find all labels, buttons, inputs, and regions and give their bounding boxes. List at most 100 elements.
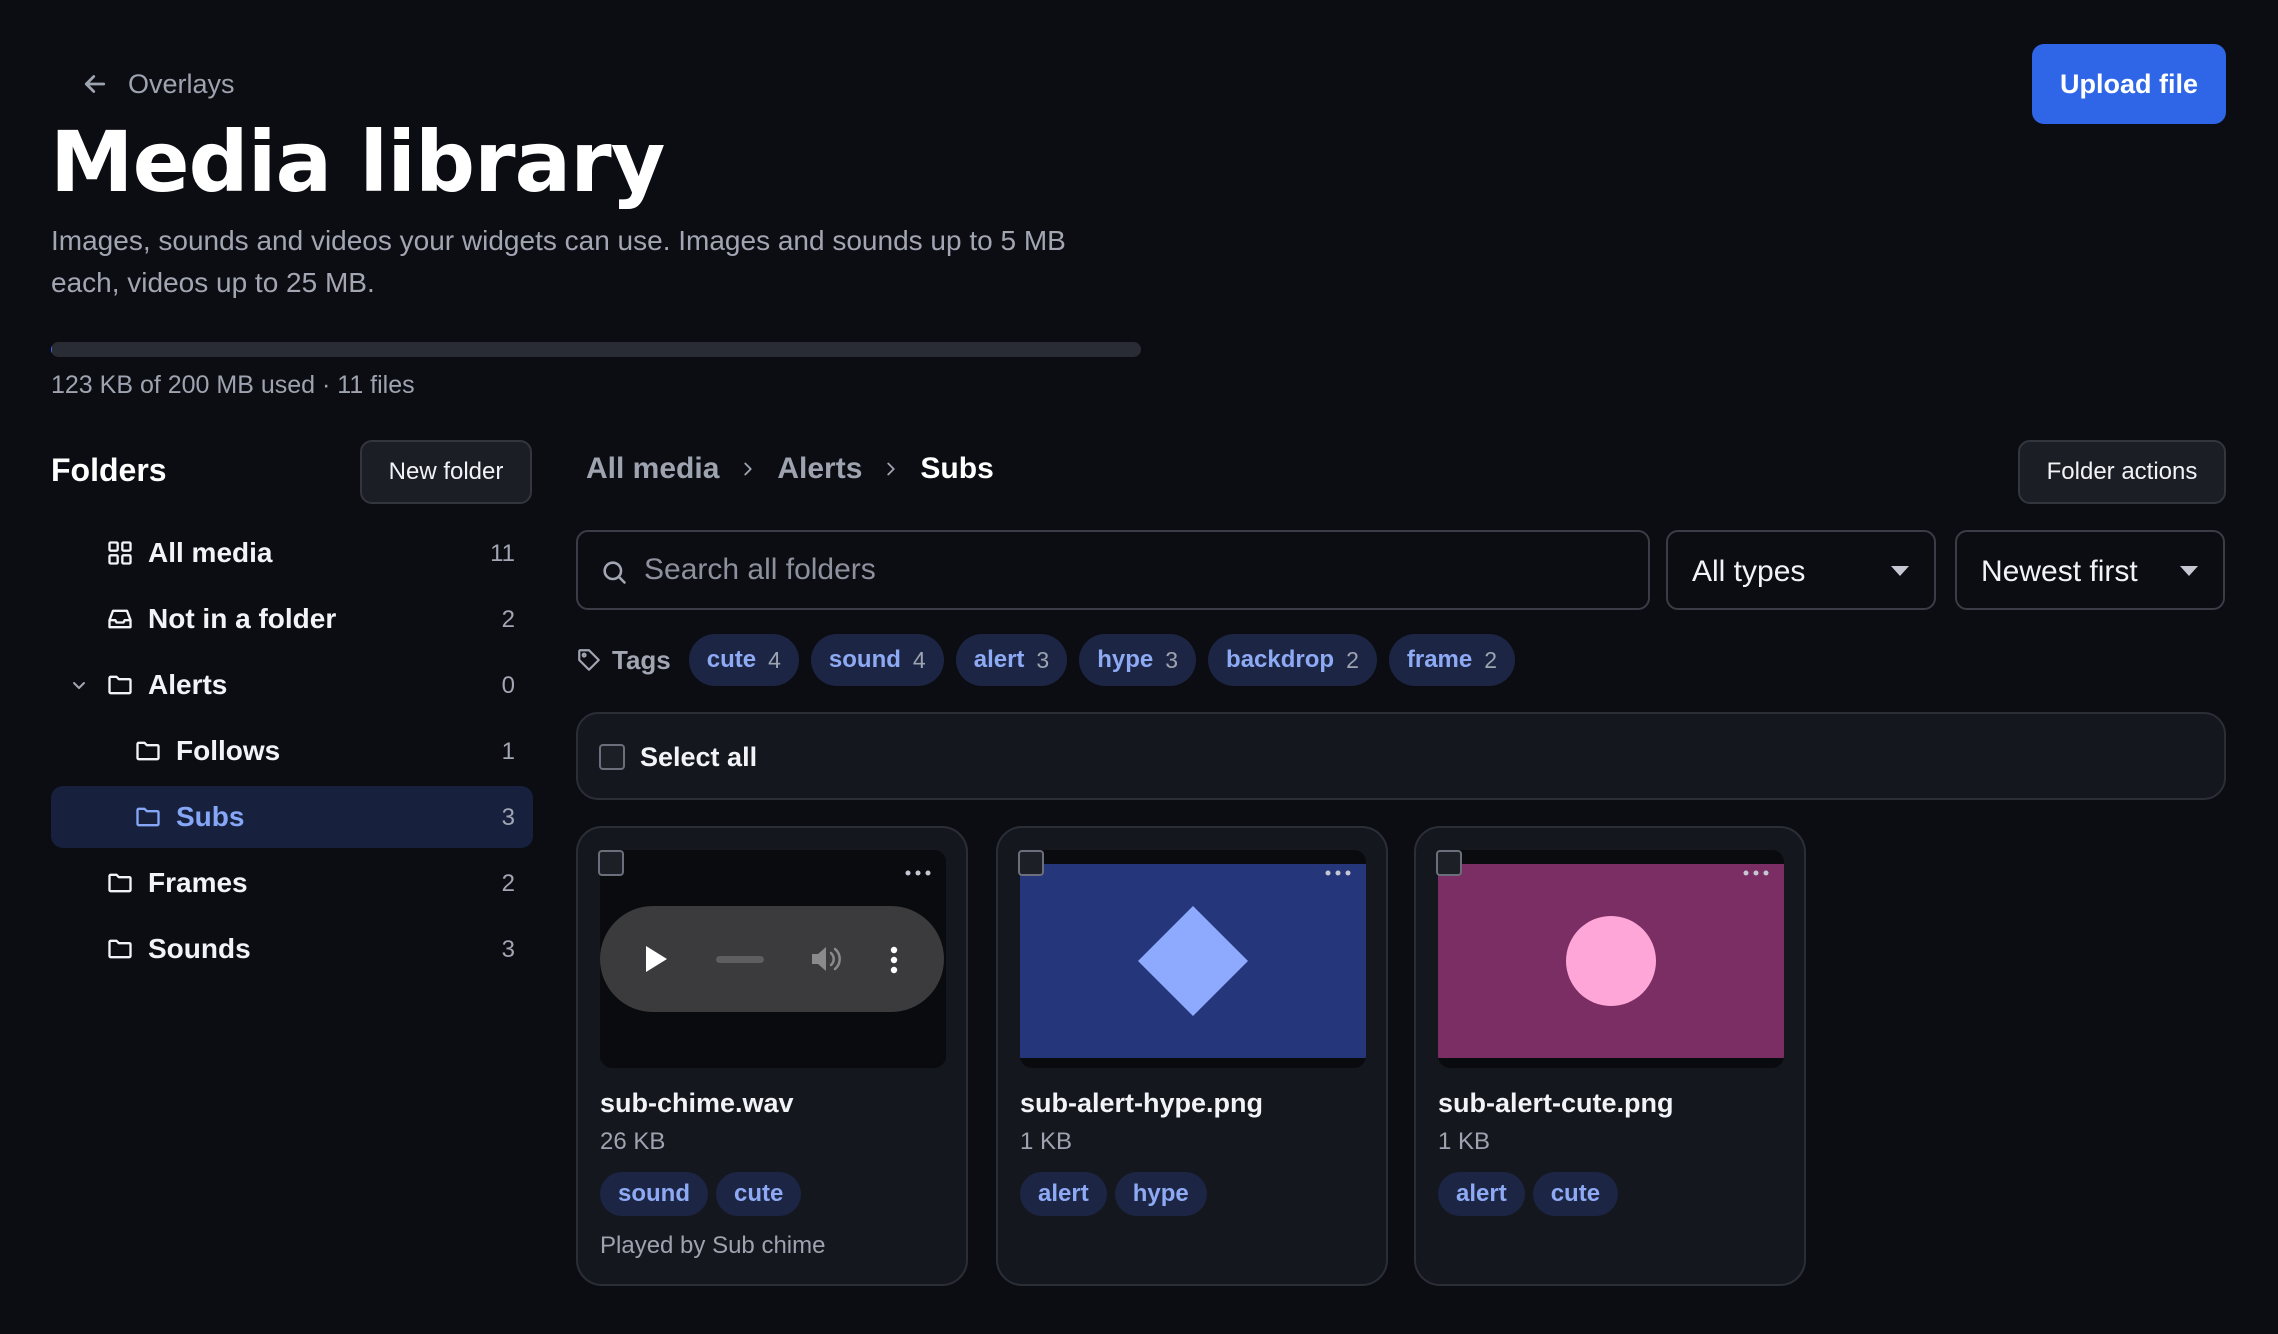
folder-icon — [108, 675, 132, 695]
grid-icon — [108, 541, 132, 565]
search-input[interactable] — [644, 532, 1634, 608]
storage-usage-text: 123 KB of 200 MB used · 11 files — [51, 371, 415, 399]
caret-down-icon — [2180, 566, 2198, 576]
more-vertical-icon[interactable] — [890, 946, 898, 974]
tag-count: 3 — [1165, 646, 1179, 673]
file-name: sub-alert-hype.png — [1020, 1088, 1264, 1118]
sidebar-item-label: Alerts — [148, 669, 228, 700]
breadcrumb-all-media[interactable]: All media — [586, 452, 719, 486]
card-select-checkbox[interactable] — [1018, 850, 1044, 876]
more-horizontal-icon[interactable] — [1324, 868, 1352, 878]
storage-usage-fill — [51, 342, 52, 357]
tag-chip-frame[interactable]: frame 2 — [1388, 634, 1516, 686]
file-tags: sound cute — [600, 1172, 802, 1216]
new-folder-button[interactable]: New folder — [360, 440, 532, 504]
upload-file-button[interactable]: Upload file — [2032, 44, 2226, 124]
tag-name: hype — [1097, 646, 1154, 673]
tag-count: 2 — [1346, 646, 1359, 673]
sort-select[interactable]: Newest first — [1955, 530, 2225, 610]
file-tags: alert hype — [1020, 1172, 1207, 1216]
sidebar-item-label: Frames — [148, 867, 248, 898]
sidebar-item-count: 1 — [501, 738, 515, 765]
media-card-sub-chime[interactable]: sub-chime.wav 26 KB sound cute Played by… — [576, 826, 968, 1286]
tag-chip-backdrop[interactable]: backdrop 2 — [1208, 634, 1377, 686]
media-preview — [1438, 850, 1784, 1068]
tag-chip-cute[interactable]: cute 4 — [688, 634, 799, 686]
sidebar-item-count: 3 — [501, 936, 515, 963]
folder-icon — [108, 939, 132, 959]
back-link-overlays[interactable]: Overlays — [80, 66, 235, 102]
tag-name: alert — [973, 646, 1025, 673]
sidebar-item-sounds[interactable]: Sounds 3 — [51, 918, 533, 980]
card-select-checkbox[interactable] — [1436, 850, 1462, 876]
file-tag-alert[interactable]: alert — [1020, 1172, 1107, 1216]
folder-icon — [136, 741, 160, 761]
tag-chip-hype[interactable]: hype 3 — [1079, 634, 1197, 686]
card-select-checkbox[interactable] — [598, 850, 624, 876]
folders-heading: Folders — [51, 452, 167, 488]
type-filter-value: All types — [1692, 555, 1806, 588]
sidebar-item-count: 2 — [501, 606, 515, 633]
page-description: Images, sounds and videos your widgets c… — [51, 225, 1066, 298]
file-size: 26 KB — [600, 1128, 666, 1155]
file-tag-sound[interactable]: sound — [600, 1172, 708, 1216]
media-card-sub-alert-hype[interactable]: sub-alert-hype.png 1 KB alert hype — [996, 826, 1388, 1286]
image-thumbnail-circle — [1438, 864, 1784, 1058]
media-card-sub-alert-cute[interactable]: sub-alert-cute.png 1 KB alert cute — [1414, 826, 1806, 1286]
file-tags: alert cute — [1438, 1172, 1619, 1216]
storage-usage-bar — [51, 342, 1141, 357]
caret-down-icon — [1891, 566, 1909, 576]
media-preview — [600, 850, 946, 1068]
sidebar-item-all-media[interactable]: All media 11 — [51, 522, 533, 584]
type-filter-select[interactable]: All types — [1666, 530, 1936, 610]
sidebar-item-subs[interactable]: Subs 3 — [51, 786, 533, 848]
inbox-icon — [108, 609, 132, 629]
more-horizontal-icon[interactable] — [1742, 868, 1770, 878]
file-usage-note: Played by Sub chime — [600, 1232, 826, 1259]
folder-actions-button[interactable]: Folder actions — [2018, 440, 2226, 504]
tag-chip-sound[interactable]: sound 4 — [810, 634, 944, 686]
chevron-right-icon — [887, 462, 896, 476]
tag-filter-row: Tags cute 4 sound 4 alert 3 hype 3 backdrop 2… — [576, 634, 1527, 686]
tags-label-text: Tags — [612, 644, 671, 675]
sidebar-item-follows[interactable]: Follows 1 — [51, 720, 533, 782]
more-horizontal-icon[interactable] — [904, 868, 932, 878]
file-tag-cute[interactable]: cute — [1532, 1172, 1619, 1216]
file-size: 1 KB — [1020, 1128, 1073, 1155]
file-tag-hype[interactable]: hype — [1114, 1172, 1207, 1216]
tag-name: frame — [1406, 646, 1473, 673]
sidebar-item-count: 11 — [490, 540, 515, 567]
tag-name: backdrop — [1226, 646, 1335, 673]
audio-seek-bar[interactable] — [716, 956, 764, 963]
breadcrumb-alerts[interactable]: Alerts — [777, 452, 862, 486]
back-link-label: Overlays — [128, 68, 235, 99]
file-tag-cute[interactable]: cute — [716, 1172, 802, 1216]
sidebar-item-not-in-folder[interactable]: Not in a folder 2 — [51, 588, 533, 650]
sort-value: Newest first — [1981, 555, 2138, 588]
select-all-checkbox[interactable] — [599, 744, 625, 770]
volume-icon[interactable] — [810, 944, 842, 974]
image-thumbnail-diamond — [1020, 864, 1366, 1058]
audio-player — [600, 906, 944, 1012]
sidebar-item-count: 3 — [501, 804, 515, 831]
chevron-down-icon[interactable] — [67, 673, 91, 697]
sidebar-item-frames[interactable]: Frames 2 — [51, 852, 533, 914]
tag-count: 3 — [1036, 646, 1050, 673]
tag-chip-alert[interactable]: alert 3 — [955, 634, 1068, 686]
search-box — [576, 530, 1650, 610]
sidebar-item-count: 2 — [501, 870, 515, 897]
select-all-label[interactable]: Select all — [640, 742, 757, 773]
sidebar-item-label: Subs — [176, 801, 245, 832]
play-icon[interactable] — [644, 945, 668, 973]
sidebar-item-alerts[interactable]: Alerts 0 — [51, 654, 533, 716]
file-tag-alert[interactable]: alert — [1438, 1172, 1525, 1216]
search-icon — [603, 561, 626, 584]
tag-count: 2 — [1484, 646, 1498, 673]
tag-icon — [578, 649, 600, 671]
folder-icon — [108, 873, 132, 893]
tag-name: sound — [828, 646, 901, 673]
page-title: Media library — [50, 113, 665, 211]
file-size: 1 KB — [1438, 1128, 1491, 1155]
breadcrumb-subs: Subs — [920, 452, 994, 485]
select-all-bar: Select all — [576, 712, 2226, 800]
